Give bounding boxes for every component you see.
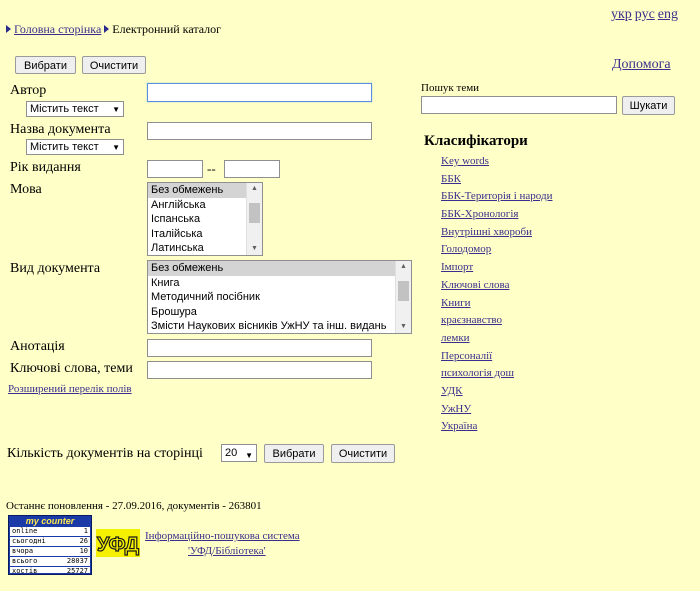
dropdown-arrow-icon: ▼ <box>112 143 120 152</box>
annotation-label: Анотація <box>10 339 65 354</box>
topic-search-button[interactable]: Шукати <box>622 96 675 115</box>
classifiers-title: Класифікатори <box>424 133 528 149</box>
list-item[interactable]: Методичний посібник <box>148 290 411 305</box>
author-label: Автор <box>10 83 47 98</box>
classifier-link[interactable]: лемки <box>441 330 552 348</box>
topic-search-label: Пошук теми <box>421 82 480 94</box>
classifier-link[interactable]: ББК <box>441 171 552 189</box>
classifier-link[interactable]: ББК-Територія і народи <box>441 188 552 206</box>
list-item[interactable]: Латинська <box>148 241 262 255</box>
year-from-input[interactable] <box>147 160 203 178</box>
per-page-select[interactable]: 20 ▼ <box>221 444 257 462</box>
list-item[interactable]: Англійська <box>148 198 262 213</box>
breadcrumb: Головна сторінка Електронний каталог <box>6 22 221 37</box>
classifier-link[interactable]: краєзнавство <box>441 312 552 330</box>
year-to-input[interactable] <box>224 160 280 178</box>
counter-table: online 1 сьогодні 26 вчора 10 всього 28037 х… <box>10 527 90 575</box>
classifier-link[interactable]: ББК-Хронологія <box>441 206 552 224</box>
submit-button[interactable]: Вибрати <box>264 444 324 463</box>
breadcrumb-home-link[interactable]: Головна сторінка <box>14 22 101 36</box>
year-separator: -- <box>207 161 216 176</box>
classifier-link[interactable]: Ключові слова <box>441 277 552 295</box>
list-item[interactable]: Без обмежень <box>148 261 411 276</box>
counter-row: сьогодні 26 <box>10 537 90 547</box>
counter-row: хостів 25727 <box>12 567 88 575</box>
system-name-link[interactable]: 'УФД/Бібліотека' <box>188 545 266 557</box>
author-mode-select[interactable]: Містить текст ▼ <box>26 101 124 117</box>
doctype-listbox[interactable]: Без обмежень Книга Методичний посібник Б… <box>147 260 412 334</box>
topic-search-input[interactable] <box>421 96 617 114</box>
language-label: Мова <box>10 182 42 197</box>
language-listbox[interactable]: Без обмежень Англійська Іспанська Італій… <box>147 182 263 256</box>
counter-row: вчора 10 <box>10 547 90 557</box>
top-clear-button[interactable]: Очистити <box>82 56 146 74</box>
year-label: Рік видання <box>10 160 81 175</box>
scroll-down-icon[interactable]: ▼ <box>247 243 262 255</box>
visitor-counter[interactable]: my counter online 1 сьогодні 26 вчора 10 вс… <box>8 515 92 575</box>
top-select-button[interactable]: Вибрати <box>15 56 76 74</box>
list-item[interactable]: Брошура <box>148 305 411 320</box>
classifier-link[interactable]: Персоналії <box>441 348 552 366</box>
extended-fields-link[interactable]: Розширений перелік полів <box>8 383 132 395</box>
reset-button[interactable]: Очистити <box>331 444 395 463</box>
last-update-text: Останнє поновлення - 27.09.2016, докумен… <box>6 500 262 512</box>
counter-title: my counter <box>25 516 75 526</box>
per-page-label: Кількість документів на сторінці <box>7 446 203 461</box>
classifier-link[interactable]: Імпорт <box>441 259 552 277</box>
list-item[interactable]: Іспанська <box>148 212 262 227</box>
list-item[interactable]: Змісти Наукових вісників УжНУ та інш. ви… <box>148 319 411 333</box>
ufd-logo-text: УФД <box>97 534 139 556</box>
title-label: Назва документа <box>10 122 111 137</box>
doctype-label: Вид документа <box>10 261 101 276</box>
keywords-input[interactable] <box>147 361 372 379</box>
scroll-down-icon[interactable]: ▼ <box>396 321 411 333</box>
arrow-right-icon <box>6 25 11 33</box>
lang-rus-link[interactable]: рус <box>635 7 655 22</box>
classifier-link[interactable]: психологія дош <box>441 365 552 383</box>
language-scrollbar[interactable]: ▲ ▼ <box>246 183 262 255</box>
ufd-logo-icon: УФД <box>96 533 139 556</box>
help-link[interactable]: Допомога <box>612 57 671 73</box>
list-item[interactable]: Італійська <box>148 227 262 242</box>
breadcrumb-current: Електронний каталог <box>112 22 222 36</box>
list-item[interactable]: Без обмежень <box>148 183 262 198</box>
scroll-up-icon[interactable]: ▲ <box>396 261 411 273</box>
ufd-logo[interactable]: УФД <box>96 529 140 557</box>
keywords-label: Ключові слова, теми <box>10 361 133 376</box>
arrow-right-icon <box>104 25 110 33</box>
lang-ukr-link[interactable]: укр <box>611 7 632 22</box>
annotation-input[interactable] <box>147 339 372 357</box>
counter-row: online 1 <box>10 527 90 537</box>
language-switcher: укр рус eng <box>608 6 678 23</box>
author-input[interactable] <box>147 83 372 102</box>
scroll-up-icon[interactable]: ▲ <box>247 183 262 195</box>
lang-eng-link[interactable]: eng <box>658 7 678 22</box>
scroll-thumb[interactable] <box>398 281 409 301</box>
classifier-link[interactable]: Книги <box>441 295 552 313</box>
classifiers-list: Key words ББК ББК-Територія і народи ББК… <box>441 153 552 436</box>
classifier-link[interactable]: УжНУ <box>441 401 552 419</box>
system-link[interactable]: Інформаційно-пошукова система <box>145 530 300 542</box>
classifier-link[interactable]: Внутрішні хвороби <box>441 224 552 242</box>
title-mode-select[interactable]: Містить текст ▼ <box>26 139 124 155</box>
classifier-link[interactable]: Україна <box>441 418 552 436</box>
classifier-link[interactable]: Key words <box>441 153 552 171</box>
dropdown-arrow-icon: ▼ <box>245 451 253 460</box>
dropdown-arrow-icon: ▼ <box>112 105 120 114</box>
counter-row: всього 28037 <box>10 557 90 567</box>
scroll-thumb[interactable] <box>249 203 260 223</box>
classifier-link[interactable]: Голодомор <box>441 241 552 259</box>
list-item[interactable]: Книга <box>148 276 411 291</box>
doctype-scrollbar[interactable]: ▲ ▼ <box>395 261 411 333</box>
classifier-link[interactable]: УДК <box>441 383 552 401</box>
title-input[interactable] <box>147 122 372 140</box>
